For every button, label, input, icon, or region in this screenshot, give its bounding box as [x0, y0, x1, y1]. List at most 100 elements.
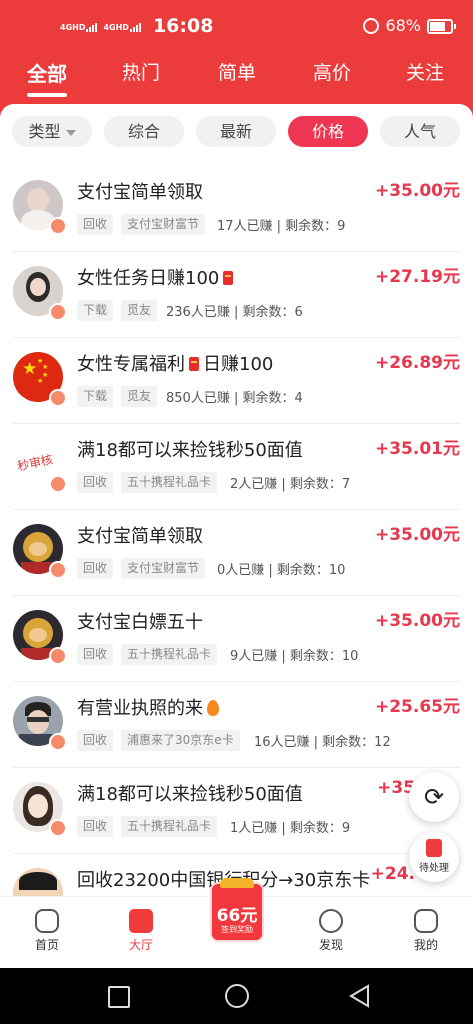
task-item[interactable]: 支付宝简单领取 +35.00元 回收 支付宝财富节 0人已赚 | 剩余数：10 — [0, 510, 473, 596]
refresh-button[interactable]: ⟳ — [409, 772, 459, 822]
signal-1: 4GHD — [60, 21, 99, 32]
tab-all[interactable]: 全部 — [27, 58, 67, 87]
coins-icon — [220, 878, 254, 888]
clock: 16:08 — [152, 15, 214, 37]
task-tag: 浦惠来了30京东e卡 — [121, 730, 240, 751]
task-stats: 9人已赚 | 剩余数：10 — [230, 649, 359, 664]
system-nav-bar — [0, 968, 473, 1024]
task-price: +27.19元 — [374, 267, 460, 287]
tab-high-price[interactable]: 高价 — [313, 58, 351, 85]
badge-icon — [49, 647, 67, 665]
badge-icon — [49, 217, 67, 235]
tab-simple[interactable]: 简单 — [218, 58, 256, 85]
task-stats: 1人已赚 | 剩余数：9 — [230, 821, 351, 836]
task-title: 女性任务日赚100 — [77, 264, 234, 290]
task-item[interactable]: 有营业执照的来 +25.65元 回收 浦惠来了30京东e卡 16人已赚 | 剩余… — [0, 682, 473, 768]
task-tag: 五十携程礼品卡 — [121, 472, 218, 493]
task-item[interactable]: 支付宝简单领取 +35.00元 回收 支付宝财富节 17人已赚 | 剩余数：9 — [0, 166, 473, 252]
avatar — [13, 868, 63, 896]
filter-comprehensive[interactable]: 综合 — [104, 116, 184, 147]
filter-type[interactable]: 类型 — [12, 116, 92, 147]
task-price: +26.89元 — [374, 353, 460, 373]
nav-mine[interactable]: 我的 — [391, 909, 461, 953]
filter-popularity[interactable]: 人气 — [380, 116, 460, 147]
recents-button[interactable] — [108, 986, 130, 1008]
task-stats: 850人已赚 | 剩余数：4 — [166, 391, 303, 406]
nav-home[interactable]: 首页 — [12, 909, 82, 953]
task-item[interactable]: 满18都可以来捡钱秒50面值 +35 回收 五十携程礼品卡 1人已赚 | 剩余数… — [0, 768, 473, 854]
task-item[interactable]: 支付宝白嫖五十 +35.00元 回收 五十携程礼品卡 9人已赚 | 剩余数：10 — [0, 596, 473, 682]
signin-reward-button[interactable]: 66元 签到奖励 — [212, 878, 262, 940]
task-stats: 17人已赚 | 剩余数：9 — [217, 219, 346, 234]
task-tag: 支付宝财富节 — [121, 214, 206, 235]
task-price: +35.01元 — [374, 439, 460, 459]
nav-discover[interactable]: 发现 — [296, 909, 366, 953]
badge-icon — [49, 561, 67, 579]
nav-hall[interactable]: 大厅 — [106, 909, 176, 953]
task-stats: 16人已赚 | 剩余数：12 — [254, 735, 391, 750]
clipboard-icon — [426, 839, 442, 857]
active-tab-indicator — [27, 93, 67, 97]
fire-icon — [207, 700, 219, 716]
tab-follow[interactable]: 关注 — [406, 58, 444, 85]
task-price: +35.00元 — [374, 181, 460, 201]
task-title: 支付宝白嫖五十 — [77, 612, 203, 633]
category-tabs: 全部 热门 简单 高价 关注 — [0, 58, 473, 94]
status-bar-left: 4GHD 4GHD 16:08 — [60, 12, 213, 40]
filter-bar: 类型 综合 最新 价格 人气 — [0, 116, 473, 150]
square-icon — [108, 986, 130, 1008]
task-tag: 觅友 — [121, 386, 158, 407]
task-tag: 五十携程礼品卡 — [121, 644, 218, 665]
task-tag: 下载 — [77, 386, 114, 407]
app-header: 4GHD 4GHD 16:08 68% 全部 热门 简单 高价 关注 — [0, 0, 473, 120]
red-envelope-icon — [223, 271, 234, 285]
task-price: +35.00元 — [374, 611, 460, 631]
chevron-down-icon — [65, 129, 76, 136]
badge-icon — [49, 303, 67, 321]
task-item[interactable]: 女性任务日赚100 +27.19元 下载 觅友 236人已赚 | 剩余数：6 — [0, 252, 473, 338]
task-tag: 下载 — [77, 300, 114, 321]
badge-icon — [49, 733, 67, 751]
pending-button[interactable]: 待处理 — [409, 832, 459, 882]
filter-price[interactable]: 价格 — [288, 116, 368, 147]
battery-percent: 68% — [385, 16, 421, 35]
refresh-icon: ⟳ — [423, 783, 445, 811]
red-envelope-icon — [189, 357, 199, 371]
hall-icon — [129, 909, 153, 933]
task-item[interactable]: ★ ★ ★ ★ ★ 女性专属福利 日赚100 +26.89元 下载 觅友 850人已赚 |… — [0, 338, 473, 424]
task-tag: 支付宝财富节 — [121, 558, 206, 579]
compass-icon — [319, 909, 343, 933]
task-item[interactable]: 秒审核 满18都可以来捡钱秒50面值 +35.01元 回收 五十携程礼品卡 2人… — [0, 424, 473, 510]
task-title: 满18都可以来捡钱秒50面值 — [77, 440, 303, 461]
task-tag: 五十携程礼品卡 — [121, 816, 218, 837]
task-price: +35.00元 — [374, 525, 460, 545]
back-button[interactable] — [348, 984, 370, 1012]
task-tag: 回收 — [77, 558, 114, 579]
task-stats: 0人已赚 | 剩余数：10 — [217, 563, 346, 578]
home-icon — [35, 909, 59, 933]
tab-hot[interactable]: 热门 — [122, 58, 160, 85]
status-bar-right: 68% — [363, 12, 456, 40]
circle-icon — [225, 984, 249, 1008]
home-button[interactable] — [225, 984, 249, 1008]
filter-latest[interactable]: 最新 — [196, 116, 276, 147]
badge-icon — [49, 389, 67, 407]
back-triangle-icon — [349, 984, 369, 1008]
task-tag: 回收 — [77, 472, 114, 493]
cat-face-icon — [414, 909, 438, 933]
task-tag: 回收 — [77, 816, 114, 837]
badge-icon — [49, 475, 67, 493]
task-stats: 2人已赚 | 剩余数：7 — [230, 477, 351, 492]
badge-icon — [49, 819, 67, 837]
task-title: 满18都可以来捡钱秒50面值 — [77, 784, 303, 805]
battery-icon — [427, 18, 456, 34]
task-title: 女性专属福利 日赚100 — [77, 354, 274, 375]
task-title: 有营业执照的来 — [77, 694, 219, 720]
task-price: +25.65元 — [374, 697, 460, 717]
task-title: 支付宝简单领取 — [77, 182, 203, 203]
task-stats: 236人已赚 | 剩余数：6 — [166, 305, 303, 320]
task-tag: 回收 — [77, 214, 114, 235]
signal-2: 4GHD — [103, 21, 142, 32]
task-tag: 回收 — [77, 644, 114, 665]
task-panel: 类型 综合 最新 价格 人气 支付宝简单领取 +35.00元 回收 支付宝财富节… — [0, 104, 473, 896]
